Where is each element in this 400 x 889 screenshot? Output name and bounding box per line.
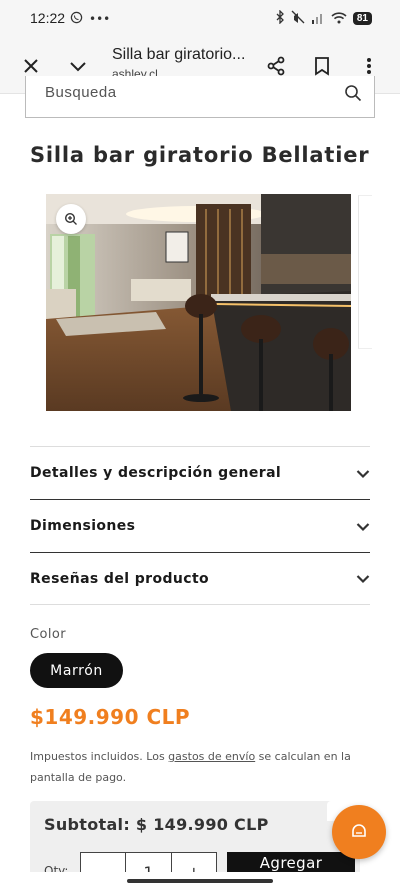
product-accordion: Detalles y descripción general Dimension… [30,446,370,605]
zoom-icon[interactable] [56,204,86,234]
shipping-link[interactable]: gastos de envío [168,750,255,763]
bluetooth-icon [275,9,285,28]
chevron-down-icon [356,464,370,483]
home-gesture-handle[interactable] [127,879,273,883]
accordion-label: Reseñas del producto [30,570,210,587]
wifi-icon [331,9,347,28]
product-price: $149.990 CLP [30,705,191,729]
status-time: 12:22 [30,10,66,26]
page-title: Silla bar giratorio... [112,46,246,63]
tax-note-text: Impuestos incluidos. Los [30,750,169,763]
status-bar: 12:22 ••• 81 [0,0,400,38]
accordion-label: Dimensiones [30,518,136,534]
accordion-reviews[interactable]: Reseñas del producto [30,552,370,605]
signal-icon [311,9,325,28]
search-placeholder: Busqueda [45,84,117,101]
accordion-details[interactable]: Detalles y descripción general [30,446,370,499]
more-notifications-icon: ••• [89,11,111,26]
product-image[interactable] [46,194,351,411]
next-image-preview[interactable] [358,195,372,349]
chat-widget-button[interactable] [332,805,386,859]
color-option-selected[interactable]: Marrón [30,653,123,688]
accordion-dimensions[interactable]: Dimensiones [30,499,370,552]
chevron-down-icon [356,569,370,588]
variant-label: Color [30,627,66,642]
chevron-down-icon [356,517,370,536]
product-photo [46,194,351,411]
search-input[interactable]: Busqueda [25,76,375,118]
tax-note: Impuestos incluidos. Los gastos de envío… [30,746,370,788]
chat-icon [350,822,368,842]
product-title: Silla bar giratorio Bellatier [30,143,370,167]
mute-icon [291,9,305,28]
battery-indicator: 81 [352,12,372,25]
subtotal-text: Subtotal: $ 149.990 CLP [44,815,269,834]
whatsapp-icon [70,9,83,28]
accordion-label: Detalles y descripción general [30,465,282,481]
search-icon[interactable] [344,84,362,106]
